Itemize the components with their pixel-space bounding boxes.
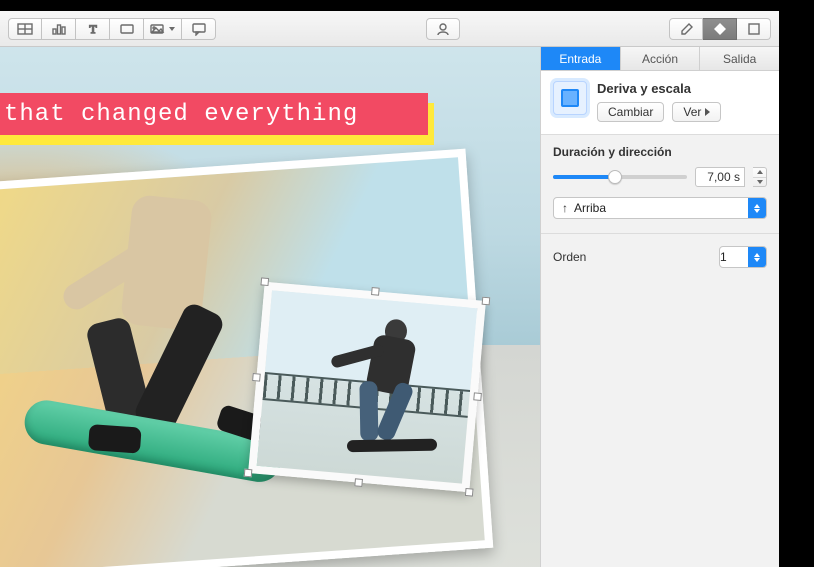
selection-handle[interactable]: [371, 287, 380, 296]
shape-icon: [119, 22, 135, 36]
chevron-down-icon: [169, 27, 175, 31]
preview-animation-button[interactable]: Ver: [672, 102, 721, 122]
duration-slider[interactable]: [553, 169, 687, 185]
animation-header: Deriva y escala Cambiar Ver: [541, 71, 779, 135]
toolbar: T: [0, 11, 779, 47]
slide-canvas[interactable]: that changed everything: [0, 47, 540, 567]
photo-small-selected[interactable]: [248, 282, 486, 493]
duration-section-title: Duración y dirección: [553, 145, 767, 159]
chart-icon: [51, 22, 67, 36]
toolbar-table-button[interactable]: [8, 18, 42, 40]
toolbar-format-button[interactable]: [669, 18, 703, 40]
selection-handle[interactable]: [354, 478, 363, 487]
skater-illustration-large: [0, 203, 256, 500]
order-value: 1: [720, 250, 727, 264]
direction-popup[interactable]: ↑ Arriba: [553, 197, 767, 219]
arrow-up-icon: ↑: [562, 201, 568, 215]
tab-build-in[interactable]: Entrada: [541, 47, 621, 70]
toolbar-text-button[interactable]: T: [76, 18, 110, 40]
stepper-up[interactable]: [753, 168, 766, 178]
order-popup[interactable]: 1: [719, 246, 767, 268]
selection-handle[interactable]: [482, 297, 491, 306]
order-section: Orden 1: [541, 234, 779, 280]
slide-title-text: that changed everything: [4, 101, 358, 128]
slide-title-banner[interactable]: that changed everything: [0, 93, 428, 135]
selection-handle[interactable]: [244, 469, 253, 478]
toolbar-shape-button[interactable]: [110, 18, 144, 40]
animation-name: Deriva y escala: [597, 81, 767, 96]
chevron-down-icon: [757, 180, 763, 184]
text-icon: T: [85, 22, 101, 36]
selection-handle[interactable]: [252, 373, 261, 382]
duration-field[interactable]: 7,00 s: [695, 167, 745, 187]
play-triangle-icon: [705, 108, 710, 116]
duration-stepper[interactable]: [753, 167, 767, 187]
table-icon: [17, 22, 33, 36]
duration-value: 7,00 s: [707, 170, 740, 184]
chevron-up-icon: [757, 170, 763, 174]
direction-value: Arriba: [574, 201, 606, 215]
stepper-down[interactable]: [753, 178, 766, 187]
toolbar-comment-button[interactable]: [182, 18, 216, 40]
duration-section: Duración y dirección 7,00 s ↑ Arriba: [541, 135, 779, 234]
preview-button-label: Ver: [683, 105, 701, 119]
skater-illustration-small: [328, 314, 440, 462]
inspector-panel: Entrada Acción Salida Deriva y escala Ca…: [540, 47, 779, 567]
toolbar-media-button[interactable]: [144, 18, 182, 40]
selection-handle[interactable]: [465, 488, 474, 497]
tab-build-out[interactable]: Salida: [700, 47, 779, 70]
media-icon: [150, 22, 166, 36]
inspector-tabs: Entrada Acción Salida: [541, 47, 779, 71]
popup-arrows-icon: [748, 198, 766, 218]
change-button-label: Cambiar: [608, 105, 653, 119]
change-animation-button[interactable]: Cambiar: [597, 102, 664, 122]
animate-diamond-icon: [712, 22, 728, 36]
square-icon: [561, 89, 579, 107]
toolbar-chart-button[interactable]: [42, 18, 76, 40]
collaborate-icon: [435, 22, 451, 36]
tab-action[interactable]: Acción: [621, 47, 701, 70]
animation-thumbnail: [553, 81, 587, 115]
selection-handle[interactable]: [260, 277, 269, 286]
selection-handle[interactable]: [473, 392, 482, 401]
document-icon: [746, 22, 762, 36]
toolbar-animate-button[interactable]: [703, 18, 737, 40]
toolbar-collaborate-button[interactable]: [426, 18, 460, 40]
popup-arrows-icon: [748, 247, 766, 267]
order-label: Orden: [553, 250, 586, 264]
photo-small-content: [248, 282, 486, 493]
toolbar-document-button[interactable]: [737, 18, 771, 40]
format-paintbrush-icon: [678, 22, 694, 36]
comment-icon: [191, 22, 207, 36]
svg-text:T: T: [89, 22, 97, 36]
